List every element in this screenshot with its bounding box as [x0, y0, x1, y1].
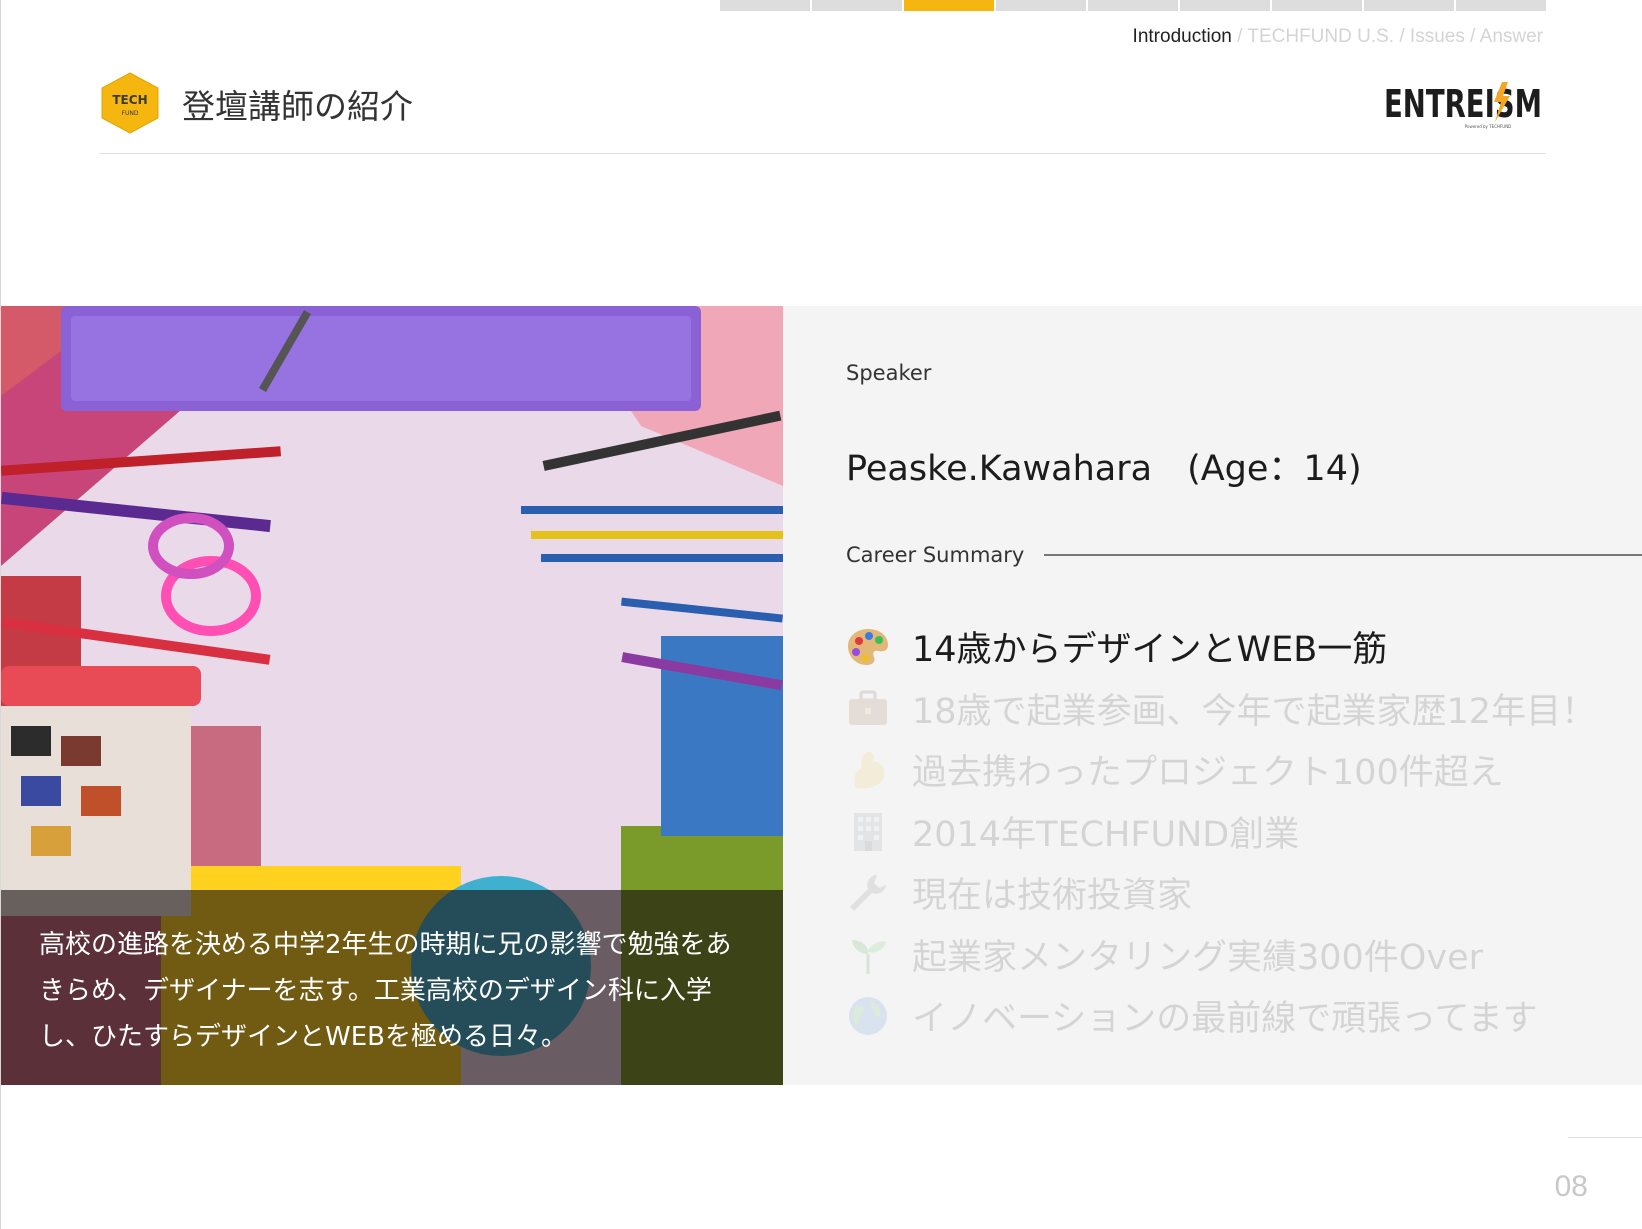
header-divider — [99, 153, 1546, 154]
slide-progress-bar — [720, 0, 1546, 11]
career-item: 14歳からデザインとWEB一筋 — [846, 616, 1596, 678]
progress-segment — [1272, 0, 1362, 11]
progress-segment — [1088, 0, 1178, 11]
breadcrumb-separator: / — [1394, 26, 1410, 47]
entreism-brand-logo: ENTREISM Powered by TECHFUND — [1384, 80, 1544, 134]
career-item-text: 現在は技術投資家 — [912, 876, 1193, 917]
career-item: 起業家メンタリング実績300件Over — [846, 924, 1596, 986]
photo-caption: 高校の進路を決める中学2年生の時期に兄の影響で勉強をあきらめ、デザイナーを志す。… — [1, 890, 783, 1085]
progress-segment — [996, 0, 1086, 11]
career-item-text: 起業家メンタリング実績300件Over — [912, 937, 1483, 978]
breadcrumb-item-introduction[interactable]: Introduction — [1133, 26, 1232, 47]
progress-segment — [812, 0, 902, 11]
progress-segment — [1364, 0, 1454, 11]
career-item-text: 過去携わったプロジェクト100件超え — [912, 753, 1504, 794]
office-building-icon — [846, 809, 890, 853]
speaker-name: Peaske.Kawahara (Age：14) — [846, 449, 1362, 489]
stationery-photo: 高校の進路を決める中学2年生の時期に兄の影響で勉強をあきらめ、デザイナーを志す。… — [1, 306, 783, 1085]
briefcase-icon — [846, 686, 890, 730]
career-list: 14歳からデザインとWEB一筋 18歳で起業参画、今年で起業家歴12年目！ 過去… — [846, 616, 1596, 1047]
page-title: 登壇講師の紹介 — [182, 87, 413, 126]
techfund-logo: TECH FUND — [99, 71, 161, 135]
career-item: 過去携わったプロジェクト100件超え — [846, 739, 1596, 801]
breadcrumb-item-answer[interactable]: Answer — [1480, 26, 1543, 47]
seedling-icon — [846, 932, 890, 976]
progress-segment — [1456, 0, 1546, 11]
speaker-card: 高校の進路を決める中学2年生の時期に兄の影響で勉強をあきらめ、デザイナーを志す。… — [1, 306, 1642, 1085]
logo-text-top: TECH — [112, 93, 147, 107]
page-number: 08 — [1554, 1170, 1588, 1203]
flexed-biceps-icon — [846, 748, 890, 792]
breadcrumb-separator: / — [1231, 26, 1248, 47]
career-summary-rule — [1044, 554, 1642, 556]
career-item-text: 2014年TECHFUND創業 — [912, 814, 1300, 855]
page-number-rule — [1568, 1137, 1642, 1138]
brand-wordmark: ENTREISM — [1384, 82, 1542, 126]
career-item: イノベーションの最前線で頑張ってます — [846, 985, 1596, 1047]
career-item: 18歳で起業参画、今年で起業家歴12年目！ — [846, 678, 1596, 740]
globe-icon — [846, 994, 890, 1038]
palette-icon — [846, 625, 890, 669]
career-item-text: 18歳で起業参画、今年で起業家歴12年目！ — [912, 691, 1597, 732]
career-item-text: イノベーションの最前線で頑張ってます — [912, 999, 1538, 1040]
breadcrumb-item-techfund-us[interactable]: TECHFUND U.S. — [1247, 26, 1394, 47]
career-summary-header: Career Summary — [846, 540, 1642, 570]
wrench-icon — [846, 871, 890, 915]
logo-text-bottom: FUND — [122, 110, 139, 117]
breadcrumb-separator: / — [1464, 26, 1480, 47]
breadcrumb: Introduction / TECHFUND U.S. / Issues / … — [1133, 26, 1543, 48]
career-item: 2014年TECHFUND創業 — [846, 801, 1596, 863]
progress-segment — [720, 0, 810, 11]
career-item: 現在は技術投資家 — [846, 862, 1596, 924]
breadcrumb-item-issues[interactable]: Issues — [1410, 26, 1465, 47]
career-item-text: 14歳からデザインとWEB一筋 — [912, 630, 1388, 671]
speaker-info: Speaker Peaske.Kawahara (Age：14) Career … — [846, 306, 1642, 1085]
progress-segment — [1180, 0, 1270, 11]
speaker-label: Speaker — [846, 361, 932, 385]
brand-subtext: Powered by TECHFUND — [1465, 124, 1512, 129]
career-summary-label: Career Summary — [846, 543, 1025, 567]
progress-segment-active — [904, 0, 994, 11]
